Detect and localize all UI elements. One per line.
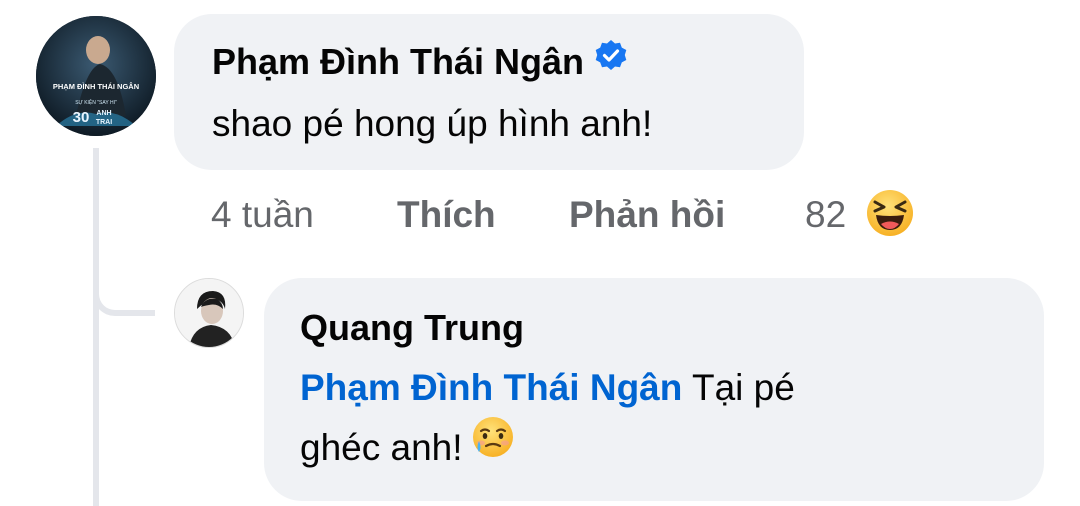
svg-text:ANH: ANH	[96, 110, 111, 117]
avatar-caption: PHẠM ĐÌNH THÁI NGÂN	[53, 82, 139, 91]
laughing-face-icon[interactable]	[865, 188, 915, 251]
comment-timestamp[interactable]: 4 tuần	[211, 190, 314, 240]
comment-author-name[interactable]: Phạm Đình Thái Ngân	[212, 41, 584, 82]
reaction-count[interactable]: 82	[805, 190, 846, 240]
like-button[interactable]: Thích	[397, 190, 496, 240]
svg-text:SỰ KIỆN "SAY HI": SỰ KIỆN "SAY HI"	[75, 98, 117, 106]
svg-text:TRAI: TRAI	[96, 119, 112, 126]
reply-text-line1: Tại pé	[691, 367, 795, 408]
svg-text:30: 30	[73, 109, 90, 126]
reply-text: Phạm Đình Thái Ngân Tại pé ghéc anh!	[300, 358, 795, 478]
avatar-image: PHẠM ĐÌNH THÁI NGÂN SỰ KIỆN "SAY HI" 30 …	[36, 16, 156, 136]
reply-avatar[interactable]	[174, 278, 244, 348]
crying-smiling-face-icon	[471, 415, 515, 477]
comment-author[interactable]: Phạm Đình Thái Ngân	[212, 40, 628, 84]
reply-button[interactable]: Phản hồi	[569, 190, 725, 240]
reply-avatar-image	[175, 279, 243, 347]
commenter-avatar[interactable]: PHẠM ĐÌNH THÁI NGÂN SỰ KIỆN "SAY HI" 30 …	[36, 16, 156, 136]
comment-text: shao pé hong úp hình anh!	[212, 103, 653, 144]
reply-text-line2: ghéc anh!	[300, 427, 463, 468]
thread-connector	[93, 230, 155, 316]
verified-badge-icon	[594, 39, 628, 83]
thread-line	[93, 148, 99, 506]
reply-bubble: Quang Trung Phạm Đình Thái Ngân Tại pé g…	[264, 278, 1044, 501]
comment-bubble: Phạm Đình Thái Ngân shao pé hong úp hình…	[174, 14, 804, 170]
mention-link[interactable]: Phạm Đình Thái Ngân	[300, 367, 682, 408]
reply-author[interactable]: Quang Trung	[300, 306, 524, 350]
